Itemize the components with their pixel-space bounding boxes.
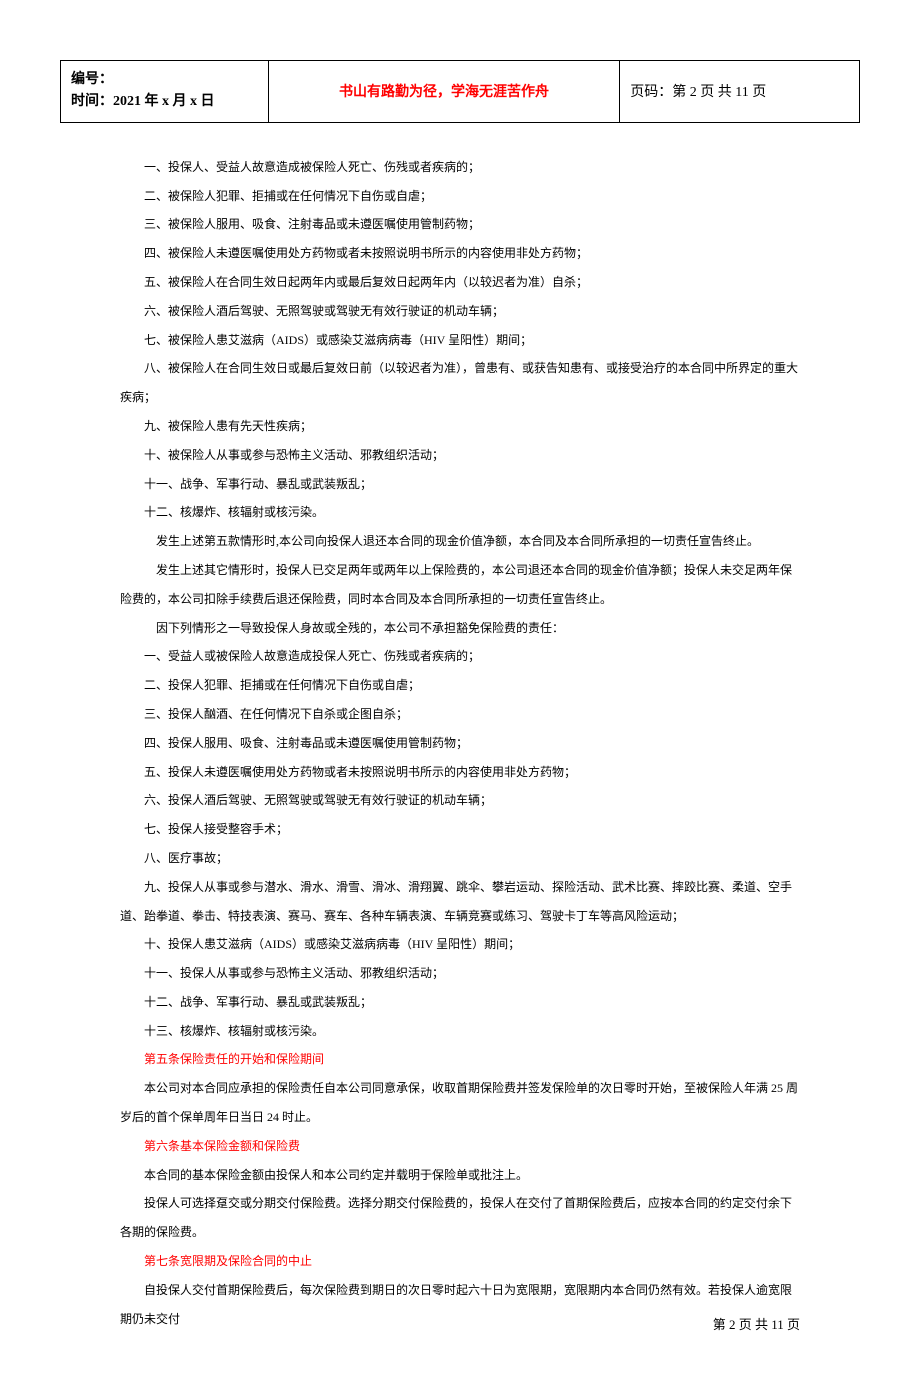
list-item: 五、投保人未遵医嘱使用处方药物或者未按照说明书所示的内容使用非处方药物； xyxy=(120,758,800,787)
paragraph: 发生上述第五款情形时,本公司向投保人退还本合同的现金价值净额，本合同及本合同所承… xyxy=(120,527,800,556)
list-item: 十三、核爆炸、核辐射或核污染。 xyxy=(120,1017,800,1046)
section-heading-7: 第七条宽限期及保险合同的中止 xyxy=(120,1247,800,1276)
list-item: 六、被保险人酒后驾驶、无照驾驶或驾驶无有效行驶证的机动车辆； xyxy=(120,297,800,326)
list-item: 十二、核爆炸、核辐射或核污染。 xyxy=(120,498,800,527)
list-item: 九、被保险人患有先天性疾病； xyxy=(120,412,800,441)
list-item: 七、被保险人患艾滋病（AIDS）或感染艾滋病病毒（HIV 呈阳性）期间； xyxy=(120,326,800,355)
list-item: 三、投保人酗酒、在任何情况下自杀或企图自杀； xyxy=(120,700,800,729)
list-item: 九、投保人从事或参与潜水、滑水、滑雪、滑冰、滑翔翼、跳伞、攀岩运动、探险活动、武… xyxy=(120,873,800,931)
list-item: 八、医疗事故； xyxy=(120,844,800,873)
list-item: 七、投保人接受整容手术； xyxy=(120,815,800,844)
paragraph: 投保人可选择趸交或分期交付保险费。选择分期交付保险费的，投保人在交付了首期保险费… xyxy=(120,1189,800,1247)
doc-time-label: 时间：2021 年 x 月 x 日 xyxy=(71,91,258,113)
paragraph: 本合同的基本保险金额由投保人和本公司约定并载明于保险单或批注上。 xyxy=(120,1161,800,1190)
list-item: 十、被保险人从事或参与恐怖主义活动、邪教组织活动； xyxy=(120,441,800,470)
list-item: 六、投保人酒后驾驶、无照驾驶或驾驶无有效行驶证的机动车辆； xyxy=(120,786,800,815)
footer-page-number: 第 2 页 共 11 页 xyxy=(713,1317,800,1332)
paragraph: 本公司对本合同应承担的保险责任自本公司同意承保，收取首期保险费并签发保险单的次日… xyxy=(120,1074,800,1132)
header-page-indicator: 页码：第 2 页 共 11 页 xyxy=(630,85,766,100)
header-right-cell: 页码：第 2 页 共 11 页 xyxy=(620,61,860,123)
header-table: 编号： 时间：2021 年 x 月 x 日 书山有路勤为径，学海无涯苦作舟 页码… xyxy=(60,60,860,123)
paragraph: 自投保人交付首期保险费后，每次保险费到期日的次日零时起六十日为宽限期，宽限期内本… xyxy=(120,1276,800,1334)
section-heading-5: 第五条保险责任的开始和保险期间 xyxy=(120,1045,800,1074)
header-center-cell: 书山有路勤为径，学海无涯苦作舟 xyxy=(268,61,620,123)
list-item: 四、被保险人未遵医嘱使用处方药物或者未按照说明书所示的内容使用非处方药物； xyxy=(120,239,800,268)
list-item: 八、被保险人在合同生效日或最后复效日前（以较迟者为准），曾患有、或获告知患有、或… xyxy=(120,354,800,412)
list-item: 二、被保险人犯罪、拒捕或在任何情况下自伤或自虐； xyxy=(120,182,800,211)
document-body: 一、投保人、受益人故意造成被保险人死亡、伤残或者疾病的； 二、被保险人犯罪、拒捕… xyxy=(60,153,860,1334)
list-item: 二、投保人犯罪、拒捕或在任何情况下自伤或自虐； xyxy=(120,671,800,700)
list-item: 十二、战争、军事行动、暴乱或武装叛乱； xyxy=(120,988,800,1017)
list-item: 三、被保险人服用、吸食、注射毒品或未遵医嘱使用管制药物； xyxy=(120,210,800,239)
doc-number-label: 编号： xyxy=(71,69,258,91)
list-item: 一、投保人、受益人故意造成被保险人死亡、伤残或者疾病的； xyxy=(120,153,800,182)
section-heading-6: 第六条基本保险金额和保险费 xyxy=(120,1132,800,1161)
list-item: 十一、投保人从事或参与恐怖主义活动、邪教组织活动； xyxy=(120,959,800,988)
paragraph-intro: 因下列情形之一导致投保人身故或全残的，本公司不承担豁免保险费的责任： xyxy=(120,614,800,643)
paragraph: 发生上述其它情形时，投保人已交足两年或两年以上保险费的，本公司退还本合同的现金价… xyxy=(120,556,800,614)
list-item: 四、投保人服用、吸食、注射毒品或未遵医嘱使用管制药物； xyxy=(120,729,800,758)
page-footer: 第 2 页 共 11 页 xyxy=(713,1314,800,1333)
list-item: 十、投保人患艾滋病（AIDS）或感染艾滋病病毒（HIV 呈阳性）期间； xyxy=(120,930,800,959)
list-item: 一、受益人或被保险人故意造成投保人死亡、伤残或者疾病的； xyxy=(120,642,800,671)
header-motto: 书山有路勤为径，学海无涯苦作舟 xyxy=(339,85,549,100)
list-item: 十一、战争、军事行动、暴乱或武装叛乱； xyxy=(120,470,800,499)
list-item: 五、被保险人在合同生效日起两年内或最后复效日起两年内（以较迟者为准）自杀； xyxy=(120,268,800,297)
document-page: 编号： 时间：2021 年 x 月 x 日 书山有路勤为径，学海无涯苦作舟 页码… xyxy=(0,0,920,1373)
header-left-cell: 编号： 时间：2021 年 x 月 x 日 xyxy=(61,61,269,123)
